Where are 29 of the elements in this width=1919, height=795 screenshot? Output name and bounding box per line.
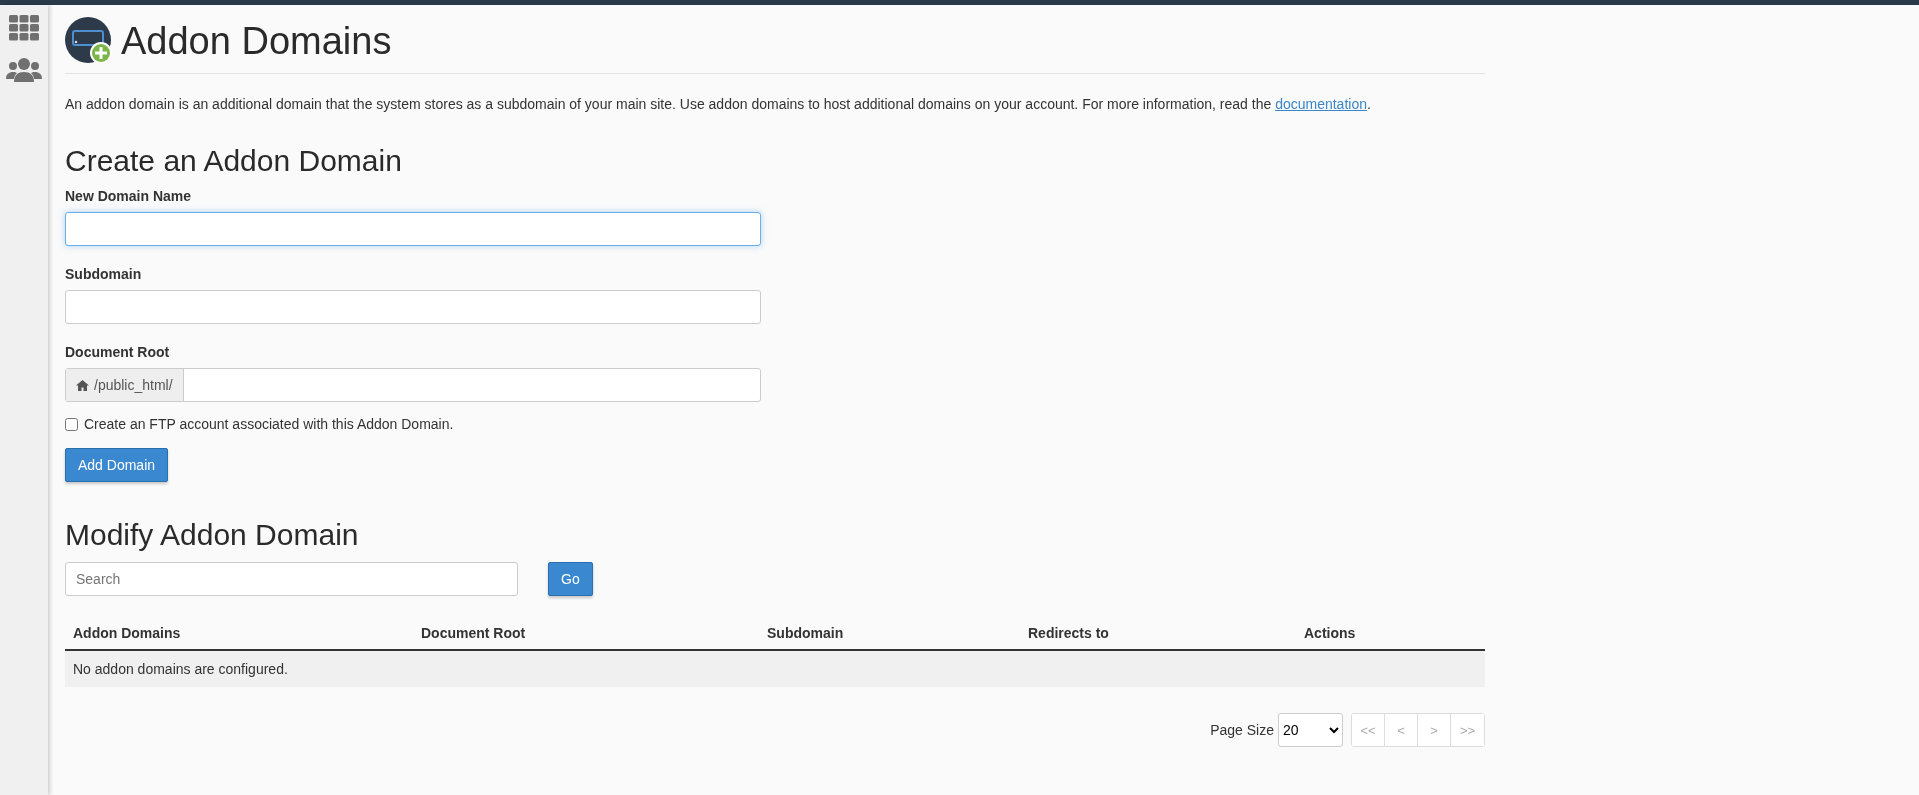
section-heading: Modify Addon Domain xyxy=(65,518,360,552)
page-title: Addon Domains xyxy=(121,19,392,63)
home-icon xyxy=(76,379,89,391)
page-size-label: Page Size xyxy=(1210,722,1274,738)
domain-add-icon xyxy=(65,17,113,65)
ftp-checkbox[interactable] xyxy=(65,417,78,431)
search-field[interactable]: Search xyxy=(65,562,518,596)
path-prefix-text: /public_html/ xyxy=(94,377,173,393)
empty-table-message: No addon domains are configured. xyxy=(65,651,1485,687)
column-header[interactable]: Redirects to xyxy=(1028,624,1304,641)
section-heading: Create an Addon Domain xyxy=(65,144,403,178)
document-root-field[interactable]: /public_html/ xyxy=(65,368,761,402)
column-header[interactable]: Document Root xyxy=(421,624,767,641)
checkbox-label: Create an FTP account associated with this Addon Domain. xyxy=(84,416,454,432)
column-header[interactable]: Subdomain xyxy=(767,624,1028,641)
go-button[interactable]: Go xyxy=(548,562,593,596)
apps-grid-icon[interactable] xyxy=(9,15,39,41)
text-input-field[interactable] xyxy=(65,290,761,324)
documentation-link[interactable]: documentation xyxy=(1275,96,1367,112)
users-icon[interactable] xyxy=(6,57,42,83)
page-size-select[interactable]: 20 xyxy=(1278,713,1343,747)
text-input-field[interactable] xyxy=(65,212,761,246)
field-label: Document Root xyxy=(65,344,171,360)
column-header[interactable]: Actions xyxy=(1304,624,1477,641)
column-header[interactable]: Addon Domains xyxy=(73,624,421,641)
field-label: New Domain Name xyxy=(65,188,193,204)
description-text: An addon domain is an additional domain that the system stores as a subdomain of your main site. Use addon domains to host additional domains on your account. For more information, read the documentation. xyxy=(65,96,1372,112)
add-domain-button[interactable]: Add Domain xyxy=(65,448,169,482)
field-label: Subdomain xyxy=(65,266,143,282)
